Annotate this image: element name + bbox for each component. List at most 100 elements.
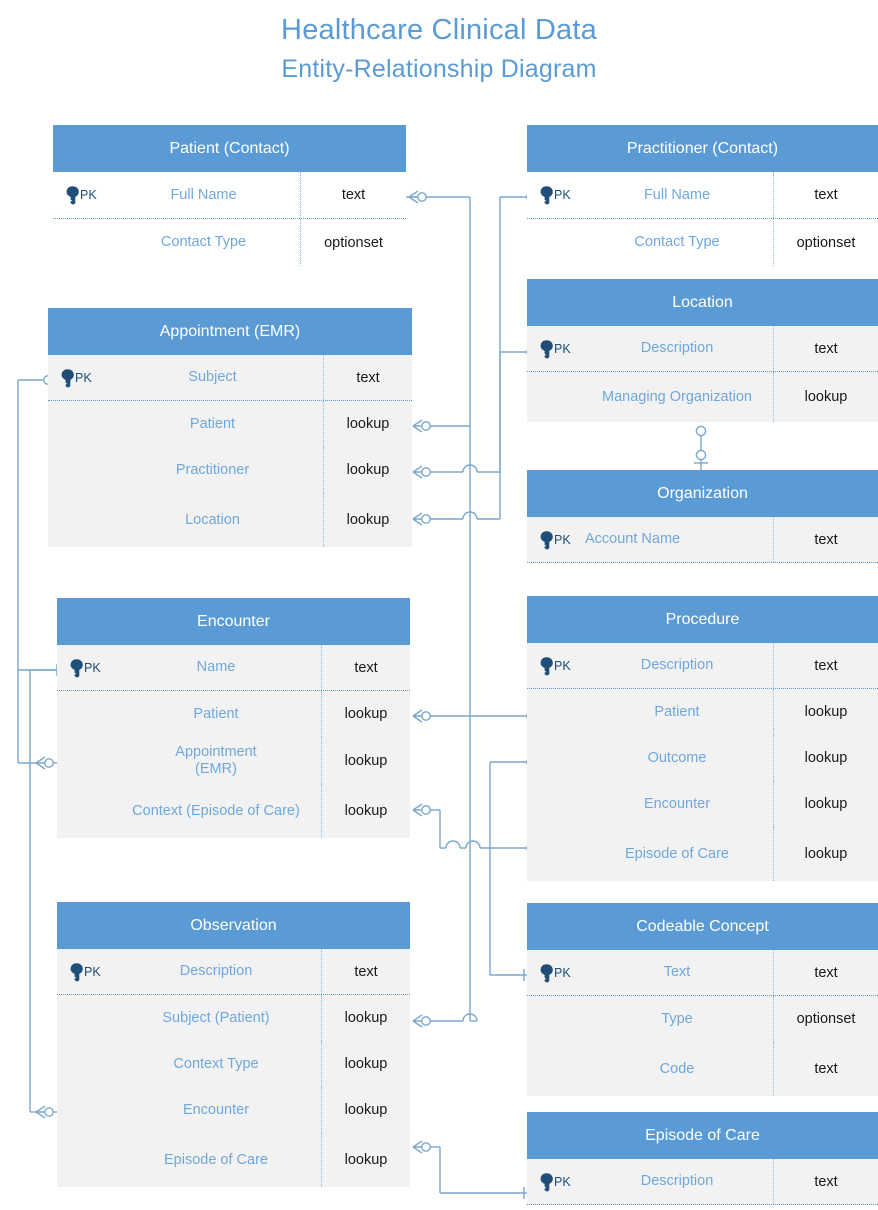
svg-text:PK: PK bbox=[84, 965, 101, 979]
attr-name: Description bbox=[640, 1173, 714, 1189]
entity-procedure[interactable]: Procedure PK Description text Patient lo… bbox=[527, 596, 878, 881]
attr-name: Full Name bbox=[170, 186, 237, 203]
attr-name: Practitioner bbox=[175, 461, 250, 478]
entity-body-episode-of-care: PK Description text bbox=[527, 1159, 878, 1205]
attr-type: text bbox=[773, 1159, 878, 1204]
entity-header-location: Location bbox=[527, 279, 878, 326]
entity-organization[interactable]: Organization PK Account Name text bbox=[527, 470, 878, 563]
attr-row[interactable]: PK Description text bbox=[527, 326, 878, 372]
pk-cell: PK bbox=[53, 172, 107, 218]
attr-name: Code bbox=[659, 1060, 695, 1077]
attr-name: Description bbox=[640, 340, 714, 356]
attr-name: Managing Organization bbox=[602, 388, 752, 405]
pk-cell: PK bbox=[527, 326, 581, 371]
attr-row[interactable]: Managing Organization lookup bbox=[527, 372, 878, 422]
pk-cell-empty bbox=[57, 995, 111, 1041]
attr-row[interactable]: Context (Episode of Care) lookup bbox=[57, 784, 410, 838]
attr-type: lookup bbox=[321, 995, 410, 1041]
key-icon: PK bbox=[70, 962, 101, 982]
attr-name: Encounter bbox=[182, 1101, 250, 1118]
attr-row[interactable]: Patient lookup bbox=[48, 401, 412, 447]
attr-name: Description bbox=[179, 963, 253, 979]
entity-appointment[interactable]: Appointment (EMR) PK Subject text Patien… bbox=[48, 308, 412, 547]
svg-text:PK: PK bbox=[75, 371, 92, 385]
attr-row[interactable]: Outcome lookup bbox=[527, 735, 878, 781]
attr-name: Patient bbox=[189, 415, 236, 432]
attr-row[interactable]: PK Full Name text bbox=[527, 172, 878, 219]
attr-type: lookup bbox=[773, 372, 878, 422]
attr-type: text bbox=[773, 950, 878, 995]
conn-encounter-pk bbox=[18, 664, 62, 676]
entity-practitioner[interactable]: Practitioner (Contact) PK Full Name text… bbox=[527, 125, 878, 266]
svg-text:PK: PK bbox=[80, 188, 97, 202]
attr-name: Patient bbox=[654, 703, 700, 720]
attr-row[interactable]: Subject (Patient) lookup bbox=[57, 995, 410, 1041]
attr-row[interactable]: Episode of Care lookup bbox=[57, 1133, 410, 1187]
entity-patient[interactable]: Patient (Contact) PK Full Name text Cont… bbox=[53, 125, 406, 266]
attr-row[interactable]: Practitioner lookup bbox=[48, 447, 412, 493]
pk-cell: PK bbox=[527, 643, 581, 688]
key-icon: PK bbox=[540, 963, 571, 983]
conn-appointment-patient bbox=[412, 419, 470, 433]
attr-row[interactable]: PK Description text bbox=[527, 643, 878, 689]
conn-appointment-practitioner bbox=[412, 464, 500, 479]
entity-encounter[interactable]: Encounter PK Name text Patient lookup Ap… bbox=[57, 598, 410, 838]
pk-cell: PK bbox=[527, 172, 581, 218]
attr-name: Context Type bbox=[173, 1055, 259, 1072]
attr-row[interactable]: Type optionset bbox=[527, 996, 878, 1042]
svg-text:PK: PK bbox=[554, 342, 571, 356]
attr-row[interactable]: Appointment (EMR) lookup bbox=[57, 737, 410, 784]
attr-row[interactable]: Encounter lookup bbox=[527, 781, 878, 827]
attr-row[interactable]: PK Full Name text bbox=[53, 172, 406, 219]
entity-location[interactable]: Location PK Description text Managing Or… bbox=[527, 279, 878, 422]
attr-row[interactable]: Context Type lookup bbox=[57, 1041, 410, 1087]
attr-type: text bbox=[773, 326, 878, 371]
title-line-1: Healthcare Clinical Data bbox=[281, 14, 597, 46]
attr-row[interactable]: Episode of Care lookup bbox=[527, 827, 878, 881]
attr-type: lookup bbox=[321, 784, 410, 838]
attr-name: Patient bbox=[193, 705, 239, 722]
attr-row[interactable]: Code text bbox=[527, 1042, 878, 1096]
attr-type: optionset bbox=[773, 996, 878, 1042]
attr-row[interactable]: Patient lookup bbox=[57, 691, 410, 737]
attr-name: Contact Type bbox=[634, 234, 720, 250]
attr-row[interactable]: PK Description text bbox=[527, 1159, 878, 1205]
pk-cell: PK bbox=[527, 517, 581, 562]
attr-row[interactable]: Contact Type optionset bbox=[53, 219, 406, 266]
pk-cell-empty bbox=[48, 493, 102, 547]
entity-observation[interactable]: Observation PK Description text Subject … bbox=[57, 902, 410, 1187]
pk-cell-empty bbox=[57, 1087, 111, 1133]
attr-row[interactable]: Contact Type optionset bbox=[527, 219, 878, 266]
attr-type: text bbox=[773, 1042, 878, 1096]
conn-patient-hub bbox=[406, 190, 470, 204]
pk-cell-empty bbox=[53, 219, 107, 266]
entity-codeable-concept[interactable]: Codeable Concept PK Text text Type optio… bbox=[527, 903, 878, 1096]
entity-episode-of-care[interactable]: Episode of Care PK Description text bbox=[527, 1112, 878, 1205]
entity-header-episode-of-care: Episode of Care bbox=[527, 1112, 878, 1159]
attr-row[interactable]: PK Subject text bbox=[48, 355, 412, 401]
attr-row[interactable]: PK Text text bbox=[527, 950, 878, 996]
attr-type: text bbox=[323, 355, 412, 400]
attr-type: optionset bbox=[773, 219, 878, 266]
attr-type: text bbox=[773, 172, 878, 218]
pk-cell: PK bbox=[48, 355, 102, 400]
entity-header-encounter: Encounter bbox=[57, 598, 410, 645]
attr-name: Type bbox=[661, 1010, 693, 1027]
attr-row[interactable]: Patient lookup bbox=[527, 689, 878, 735]
entity-header-patient: Patient (Contact) bbox=[53, 125, 406, 172]
attr-type: lookup bbox=[321, 737, 410, 784]
attr-name: Outcome bbox=[647, 749, 707, 766]
entity-header-practitioner: Practitioner (Contact) bbox=[527, 125, 878, 172]
attr-row[interactable]: PK Name text bbox=[57, 645, 410, 691]
attr-name: Full Name bbox=[643, 186, 711, 203]
attr-row[interactable]: PK Account Name text bbox=[527, 517, 878, 563]
entity-body-codeable-concept: PK Text text Type optionset Code text bbox=[527, 950, 878, 1096]
attr-row[interactable]: Encounter lookup bbox=[57, 1087, 410, 1133]
attr-row[interactable]: PK Description text bbox=[57, 949, 410, 995]
attr-name: Subject (Patient) bbox=[162, 1009, 270, 1026]
pk-cell-empty bbox=[527, 689, 581, 735]
entity-header-organization: Organization bbox=[527, 470, 878, 517]
attr-row[interactable]: Location lookup bbox=[48, 493, 412, 547]
attr-name: Subject bbox=[188, 369, 237, 385]
key-icon: PK bbox=[540, 186, 571, 205]
